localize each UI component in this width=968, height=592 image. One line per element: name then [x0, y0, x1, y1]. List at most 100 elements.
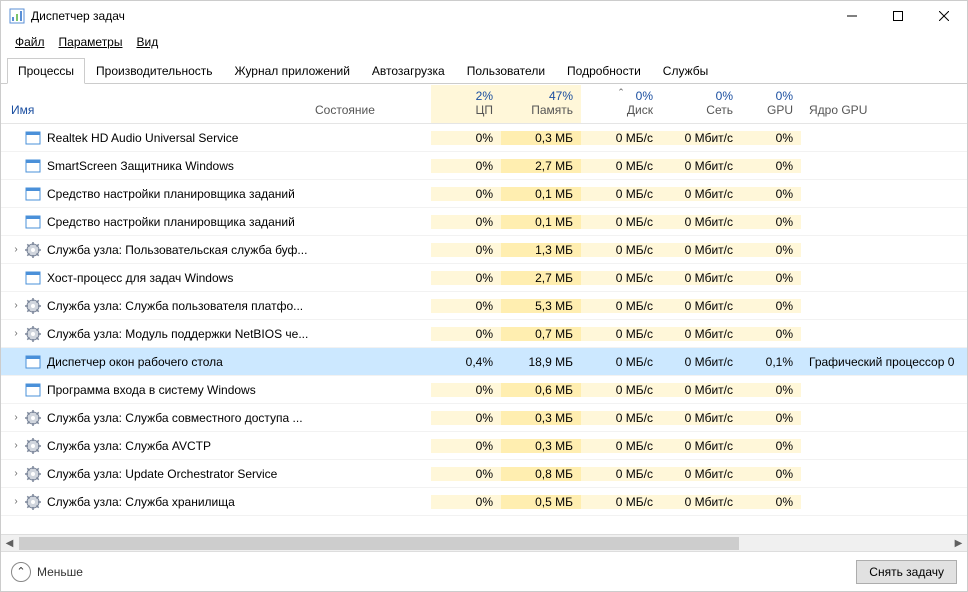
disk-value: 0 МБ/с	[581, 299, 661, 313]
app-icon	[25, 270, 41, 286]
expand-icon[interactable]: ›	[9, 328, 23, 339]
table-row[interactable]: ›Средство настройки планировщика заданий…	[1, 208, 967, 236]
app-icon	[25, 354, 41, 370]
disk-value: 0 МБ/с	[581, 327, 661, 341]
table-row[interactable]: ›Хост-процесс для задач Windows0%2,7 МБ0…	[1, 264, 967, 292]
end-task-button[interactable]: Снять задачу	[856, 560, 957, 584]
tab-2[interactable]: Журнал приложений	[224, 58, 361, 84]
gear-icon	[25, 242, 41, 258]
disk-value: 0 МБ/с	[581, 411, 661, 425]
table-row[interactable]: › Служба узла: Модуль поддержки NetBIOS ч…	[1, 320, 967, 348]
col-memory[interactable]: 47%Память	[501, 85, 581, 123]
table-row[interactable]: ›Диспетчер окон рабочего стола0,4%18,9 М…	[1, 348, 967, 376]
table-row[interactable]: ›Realtek HD Audio Universal Service0%0,3…	[1, 124, 967, 152]
process-name: Realtek HD Audio Universal Service	[47, 131, 238, 145]
menu-file[interactable]: Файл	[9, 33, 51, 51]
tab-6[interactable]: Службы	[652, 58, 719, 84]
network-value: 0 Мбит/с	[661, 187, 741, 201]
cpu-value: 0%	[431, 299, 501, 313]
minimize-button[interactable]	[829, 1, 875, 31]
gpu-value: 0%	[741, 383, 801, 397]
sort-ascending-icon: ⌃	[617, 87, 625, 98]
table-row[interactable]: ›Программа входа в систему Windows0%0,6 …	[1, 376, 967, 404]
tab-1[interactable]: Производительность	[85, 58, 223, 84]
table-row[interactable]: ›Служба узла: Служба AVCTP0%0,3 МБ0 МБ/с…	[1, 432, 967, 460]
gpu-value: 0%	[741, 131, 801, 145]
cpu-value: 0%	[431, 243, 501, 257]
process-name: Средство настройки планировщика заданий	[47, 215, 295, 229]
maximize-button[interactable]	[875, 1, 921, 31]
scroll-left-icon[interactable]: ◀	[1, 535, 18, 552]
expand-icon[interactable]: ›	[9, 300, 23, 311]
memory-value: 2,7 МБ	[501, 159, 581, 173]
fewer-details-button[interactable]: ⌃ Меньше	[11, 562, 83, 582]
col-disk[interactable]: ⌃0%Диск	[581, 85, 661, 123]
table-row[interactable]: ›SmartScreen Защитника Windows0%2,7 МБ0 …	[1, 152, 967, 180]
app-icon	[25, 382, 41, 398]
col-name[interactable]: Имя	[1, 99, 311, 123]
memory-value: 0,6 МБ	[501, 383, 581, 397]
disk-value: 0 МБ/с	[581, 131, 661, 145]
process-name: Программа входа в систему Windows	[47, 383, 256, 397]
network-value: 0 Мбит/с	[661, 131, 741, 145]
table-row[interactable]: ›Служба узла: Пользовательская служба бу…	[1, 236, 967, 264]
footer: ⌃ Меньше Снять задачу	[1, 551, 967, 591]
cpu-value: 0%	[431, 411, 501, 425]
close-button[interactable]	[921, 1, 967, 31]
cpu-value: 0%	[431, 439, 501, 453]
tab-4[interactable]: Пользователи	[456, 58, 556, 84]
scrollbar-thumb[interactable]	[19, 537, 739, 550]
table-row[interactable]: › Служба узла: Update Orchestrator Servic…	[1, 460, 967, 488]
table-row[interactable]: ›Служба узла: Служба хранилища0%0,5 МБ0 …	[1, 488, 967, 516]
disk-value: 0 МБ/с	[581, 243, 661, 257]
process-name: Служба узла: Модуль поддержки NetBIOS че…	[47, 327, 308, 341]
menu-view[interactable]: Вид	[130, 33, 164, 51]
cpu-value: 0%	[431, 383, 501, 397]
network-value: 0 Мбит/с	[661, 439, 741, 453]
col-network[interactable]: 0%Сеть	[661, 85, 741, 123]
process-name: Служба узла: Update Orchestrator Service	[47, 467, 277, 481]
horizontal-scrollbar[interactable]: ◀ ▶	[1, 534, 967, 551]
gear-icon	[25, 466, 41, 482]
memory-value: 0,5 МБ	[501, 495, 581, 509]
tab-5[interactable]: Подробности	[556, 58, 652, 84]
expand-icon[interactable]: ›	[9, 496, 23, 507]
gear-icon	[25, 326, 41, 342]
process-list[interactable]: › Realtek HD Audio Universal Service 0% 0,3…	[1, 124, 967, 534]
network-value: 0 Мбит/с	[661, 411, 741, 425]
process-name: SmartScreen Защитника Windows	[47, 159, 234, 173]
expand-icon[interactable]: ›	[9, 440, 23, 451]
tab-0[interactable]: Процессы	[7, 58, 85, 84]
gear-icon	[25, 298, 41, 314]
menu-options[interactable]: Параметры	[53, 33, 129, 51]
process-name: Служба узла: Служба пользователя платфо.…	[47, 299, 303, 313]
memory-value: 0,1 МБ	[501, 215, 581, 229]
network-value: 0 Мбит/с	[661, 271, 741, 285]
table-row[interactable]: ›Средство настройки планировщика заданий…	[1, 180, 967, 208]
table-row[interactable]: › Служба узла: Служба пользователя платфо…	[1, 292, 967, 320]
col-state[interactable]: Состояние	[311, 99, 431, 123]
network-value: 0 Мбит/с	[661, 215, 741, 229]
expand-icon[interactable]: ›	[9, 468, 23, 479]
memory-value: 0,7 МБ	[501, 327, 581, 341]
col-gpu[interactable]: 0%GPU	[741, 85, 801, 123]
col-cpu[interactable]: 2%ЦП	[431, 85, 501, 123]
expand-icon[interactable]: ›	[9, 412, 23, 423]
gpu-value: 0%	[741, 299, 801, 313]
disk-value: 0 МБ/с	[581, 467, 661, 481]
window-title: Диспетчер задач	[31, 9, 125, 23]
expand-icon[interactable]: ›	[9, 244, 23, 255]
network-value: 0 Мбит/с	[661, 467, 741, 481]
gear-icon	[25, 438, 41, 454]
gpu-value: 0%	[741, 159, 801, 173]
cpu-value: 0,4%	[431, 355, 501, 369]
app-icon	[25, 214, 41, 230]
memory-value: 0,3 МБ	[501, 131, 581, 145]
col-gpu-core[interactable]: Ядро GPU	[801, 99, 967, 123]
memory-value: 0,8 МБ	[501, 467, 581, 481]
cpu-value: 0%	[431, 215, 501, 229]
memory-value: 0,1 МБ	[501, 187, 581, 201]
scroll-right-icon[interactable]: ▶	[950, 535, 967, 552]
tab-3[interactable]: Автозагрузка	[361, 58, 456, 84]
table-row[interactable]: ›Служба узла: Служба совместного доступа…	[1, 404, 967, 432]
